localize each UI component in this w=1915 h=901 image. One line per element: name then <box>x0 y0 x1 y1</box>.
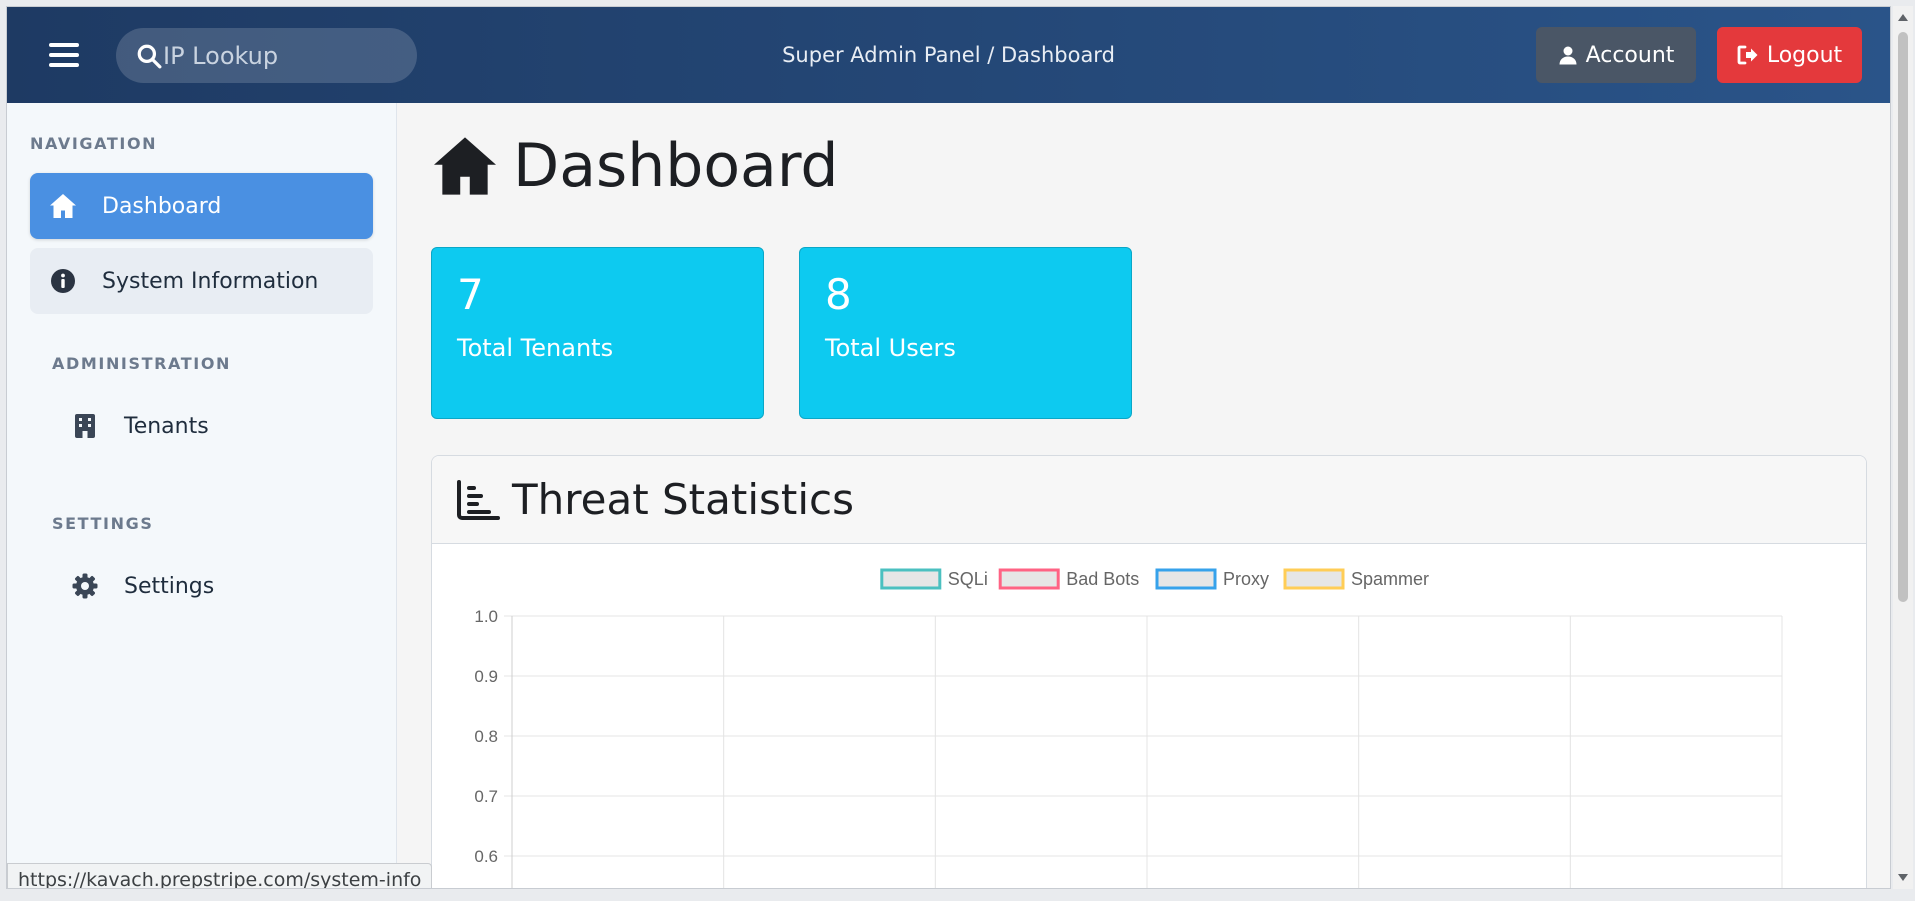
panel-header: Threat Statistics <box>432 456 1866 544</box>
legend-label: SQLi <box>948 569 988 589</box>
stat-value: 8 <box>825 270 852 319</box>
logout-icon <box>1737 45 1758 65</box>
home-icon <box>434 137 496 195</box>
stat-value: 7 <box>457 270 484 319</box>
sidebar-item-dashboard[interactable]: Dashboard <box>30 173 373 239</box>
legend-swatch <box>880 568 942 590</box>
sidebar: NAVIGATION Dashboard System Information … <box>7 103 397 888</box>
bar-chart-icon <box>457 479 500 520</box>
stat-label: Total Users <box>825 334 956 362</box>
sidebar-item-label: Tenants <box>124 413 209 439</box>
legend-swatch <box>998 568 1060 590</box>
scrollbar-thumb[interactable] <box>1898 32 1908 602</box>
y-tick-label: 0.9 <box>474 667 498 686</box>
page-title: Dashboard <box>431 131 839 201</box>
page-scrollbar[interactable] <box>1893 6 1913 889</box>
gear-icon <box>70 571 100 601</box>
y-tick-label: 0.8 <box>474 727 498 746</box>
user-icon <box>1559 46 1577 65</box>
logout-button[interactable]: Logout <box>1717 27 1862 83</box>
info-circle-icon <box>48 266 78 296</box>
sidebar-item-system-information[interactable]: System Information <box>30 248 373 314</box>
sidebar-item-label: Settings <box>124 573 215 599</box>
panel-title: Threat Statistics <box>512 475 855 524</box>
threat-chart-container: 1.0 0.9 0.8 0.7 0.6 SQLi Bad Bots Proxy Spammer <box>432 544 1866 888</box>
sidebar-item-tenants[interactable]: Tenants <box>30 393 373 459</box>
legend-label: Bad Bots <box>1066 569 1139 589</box>
top-navbar: Super Admin Panel / Dashboard Account Lo… <box>7 7 1890 103</box>
sidebar-section-administration: ADMINISTRATION <box>52 354 232 373</box>
scroll-down-arrow-icon[interactable] <box>1898 874 1908 881</box>
legend-label: Spammer <box>1351 569 1429 589</box>
browser-window: Super Admin Panel / Dashboard Account Lo… <box>6 6 1891 889</box>
sidebar-item-settings[interactable]: Settings <box>30 553 373 619</box>
hamburger-menu-icon[interactable] <box>49 43 79 67</box>
sidebar-item-label: Dashboard <box>102 193 222 219</box>
account-label: Account <box>1585 42 1675 68</box>
y-tick-label: 0.6 <box>474 847 498 866</box>
y-tick-label: 1.0 <box>474 607 498 626</box>
stat-label: Total Tenants <box>457 334 614 362</box>
stat-card-total-tenants[interactable]: 7 Total Tenants <box>431 247 764 419</box>
scroll-up-arrow-icon[interactable] <box>1898 14 1908 21</box>
sidebar-section-navigation: NAVIGATION <box>30 134 158 153</box>
legend-swatch <box>1283 568 1345 590</box>
threat-statistics-chart: 1.0 0.9 0.8 0.7 0.6 SQLi Bad Bots Proxy Spammer <box>474 568 1783 888</box>
building-icon <box>70 411 100 441</box>
sidebar-item-label: System Information <box>102 268 319 294</box>
page-title-text: Dashboard <box>513 131 839 201</box>
home-icon <box>48 191 78 221</box>
legend-label: Proxy <box>1223 569 1269 589</box>
sidebar-section-settings: SETTINGS <box>52 514 154 533</box>
search-icon <box>137 44 162 68</box>
status-bar-url: https://kavach.prepstripe.com/system-inf… <box>7 863 433 888</box>
legend-swatch <box>1155 568 1217 590</box>
breadcrumb: Super Admin Panel / Dashboard <box>782 43 1115 67</box>
account-button[interactable]: Account <box>1536 27 1696 83</box>
ip-lookup-search <box>116 28 417 83</box>
logout-label: Logout <box>1766 42 1843 68</box>
main-content: Dashboard 7 Total Tenants 8 Total Users … <box>398 103 1890 888</box>
y-tick-label: 0.7 <box>474 787 498 806</box>
stat-card-total-users[interactable]: 8 Total Users <box>799 247 1132 419</box>
threat-statistics-panel: Threat Statistics 1.0 0.9 0.8 0.7 0.6 SQLi Bad… <box>431 455 1867 888</box>
ip-lookup-input[interactable] <box>163 41 393 70</box>
